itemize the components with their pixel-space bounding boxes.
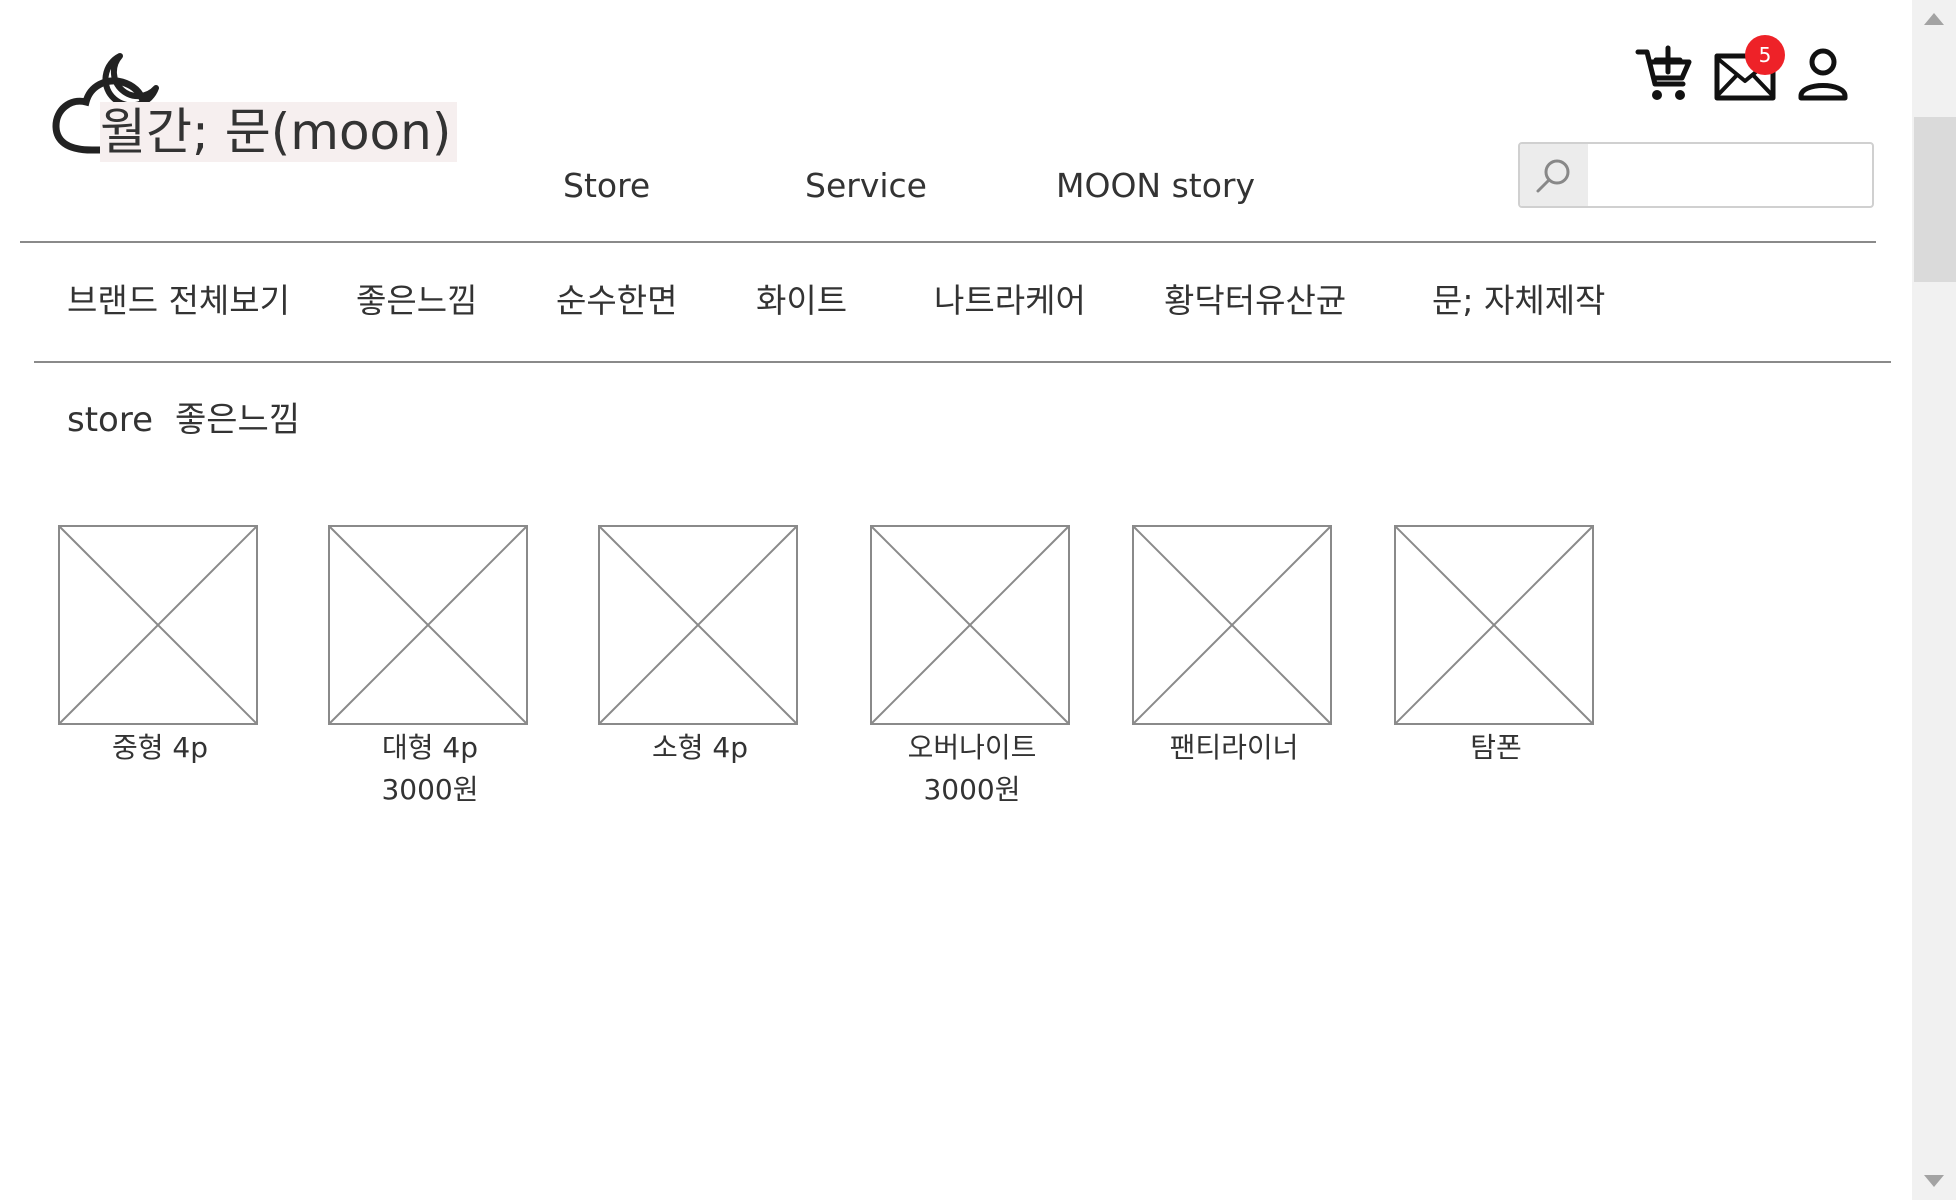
breadcrumb-current: 좋은느낌	[175, 400, 301, 440]
nav-service[interactable]: Service	[805, 160, 927, 212]
site-logo[interactable]: 월간; 문(moon)	[48, 50, 458, 170]
product-card[interactable]: 중형 4p	[58, 525, 258, 769]
scrollbar-thumb[interactable]	[1914, 117, 1956, 282]
category-pure-cotton[interactable]: 순수한면	[556, 275, 677, 327]
category-good-feel[interactable]: 좋은느낌	[356, 275, 477, 327]
scroll-down-arrow-icon[interactable]	[1912, 1160, 1956, 1200]
vertical-scrollbar[interactable]	[1912, 0, 1956, 1200]
image-placeholder-icon	[1394, 525, 1594, 725]
image-placeholder-icon	[598, 525, 798, 725]
page: 월간; 문(moon) Store Service MOON story 5 브…	[0, 0, 1956, 1200]
product-card[interactable]: 탐폰	[1394, 525, 1594, 769]
product-card[interactable]: 소형 4p	[598, 525, 798, 769]
product-name: 탐폰	[1470, 731, 1522, 764]
product-name: 소형 4p	[651, 731, 748, 764]
user-icon[interactable]	[1795, 46, 1851, 102]
category-white[interactable]: 화이트	[756, 275, 847, 327]
nav-store[interactable]: Store	[563, 160, 650, 212]
logo-text: 월간; 문(moon)	[100, 102, 458, 162]
image-placeholder-icon	[870, 525, 1070, 725]
category-natracare[interactable]: 나트라케어	[934, 275, 1086, 327]
category-divider	[34, 361, 1891, 363]
category-moon-own[interactable]: 문; 자체제작	[1432, 275, 1605, 327]
product-card[interactable]: 대형 4p 3000원	[328, 525, 528, 811]
scroll-up-arrow-icon[interactable]	[1912, 0, 1956, 40]
product-price: 3000원	[381, 773, 479, 806]
mail-badge: 5	[1745, 35, 1785, 75]
product-name: 오버나이트	[907, 731, 1037, 764]
product-card[interactable]: 팬티라이너	[1132, 525, 1332, 769]
product-name: 중형 4p	[111, 731, 208, 764]
product-card[interactable]: 오버나이트 3000원	[870, 525, 1070, 811]
breadcrumb: store 좋은느낌	[67, 395, 300, 445]
nav-moon-story[interactable]: MOON story	[1056, 160, 1255, 212]
search-icon	[1536, 159, 1570, 193]
product-name: 팬티라이너	[1169, 731, 1299, 764]
search-box	[1518, 142, 1874, 208]
search-input[interactable]	[1588, 144, 1872, 206]
breadcrumb-section[interactable]: store	[67, 400, 153, 440]
product-name: 대형 4p	[381, 731, 478, 764]
category-all-brands[interactable]: 브랜드 전체보기	[67, 275, 290, 327]
header-divider	[20, 241, 1876, 243]
cart-add-icon[interactable]	[1635, 44, 1695, 104]
image-placeholder-icon	[328, 525, 528, 725]
image-placeholder-icon	[1132, 525, 1332, 725]
product-price: 3000원	[923, 773, 1021, 806]
image-placeholder-icon	[58, 525, 258, 725]
search-button[interactable]	[1520, 144, 1588, 206]
category-dr-hwang[interactable]: 황닥터유산균	[1164, 275, 1346, 327]
